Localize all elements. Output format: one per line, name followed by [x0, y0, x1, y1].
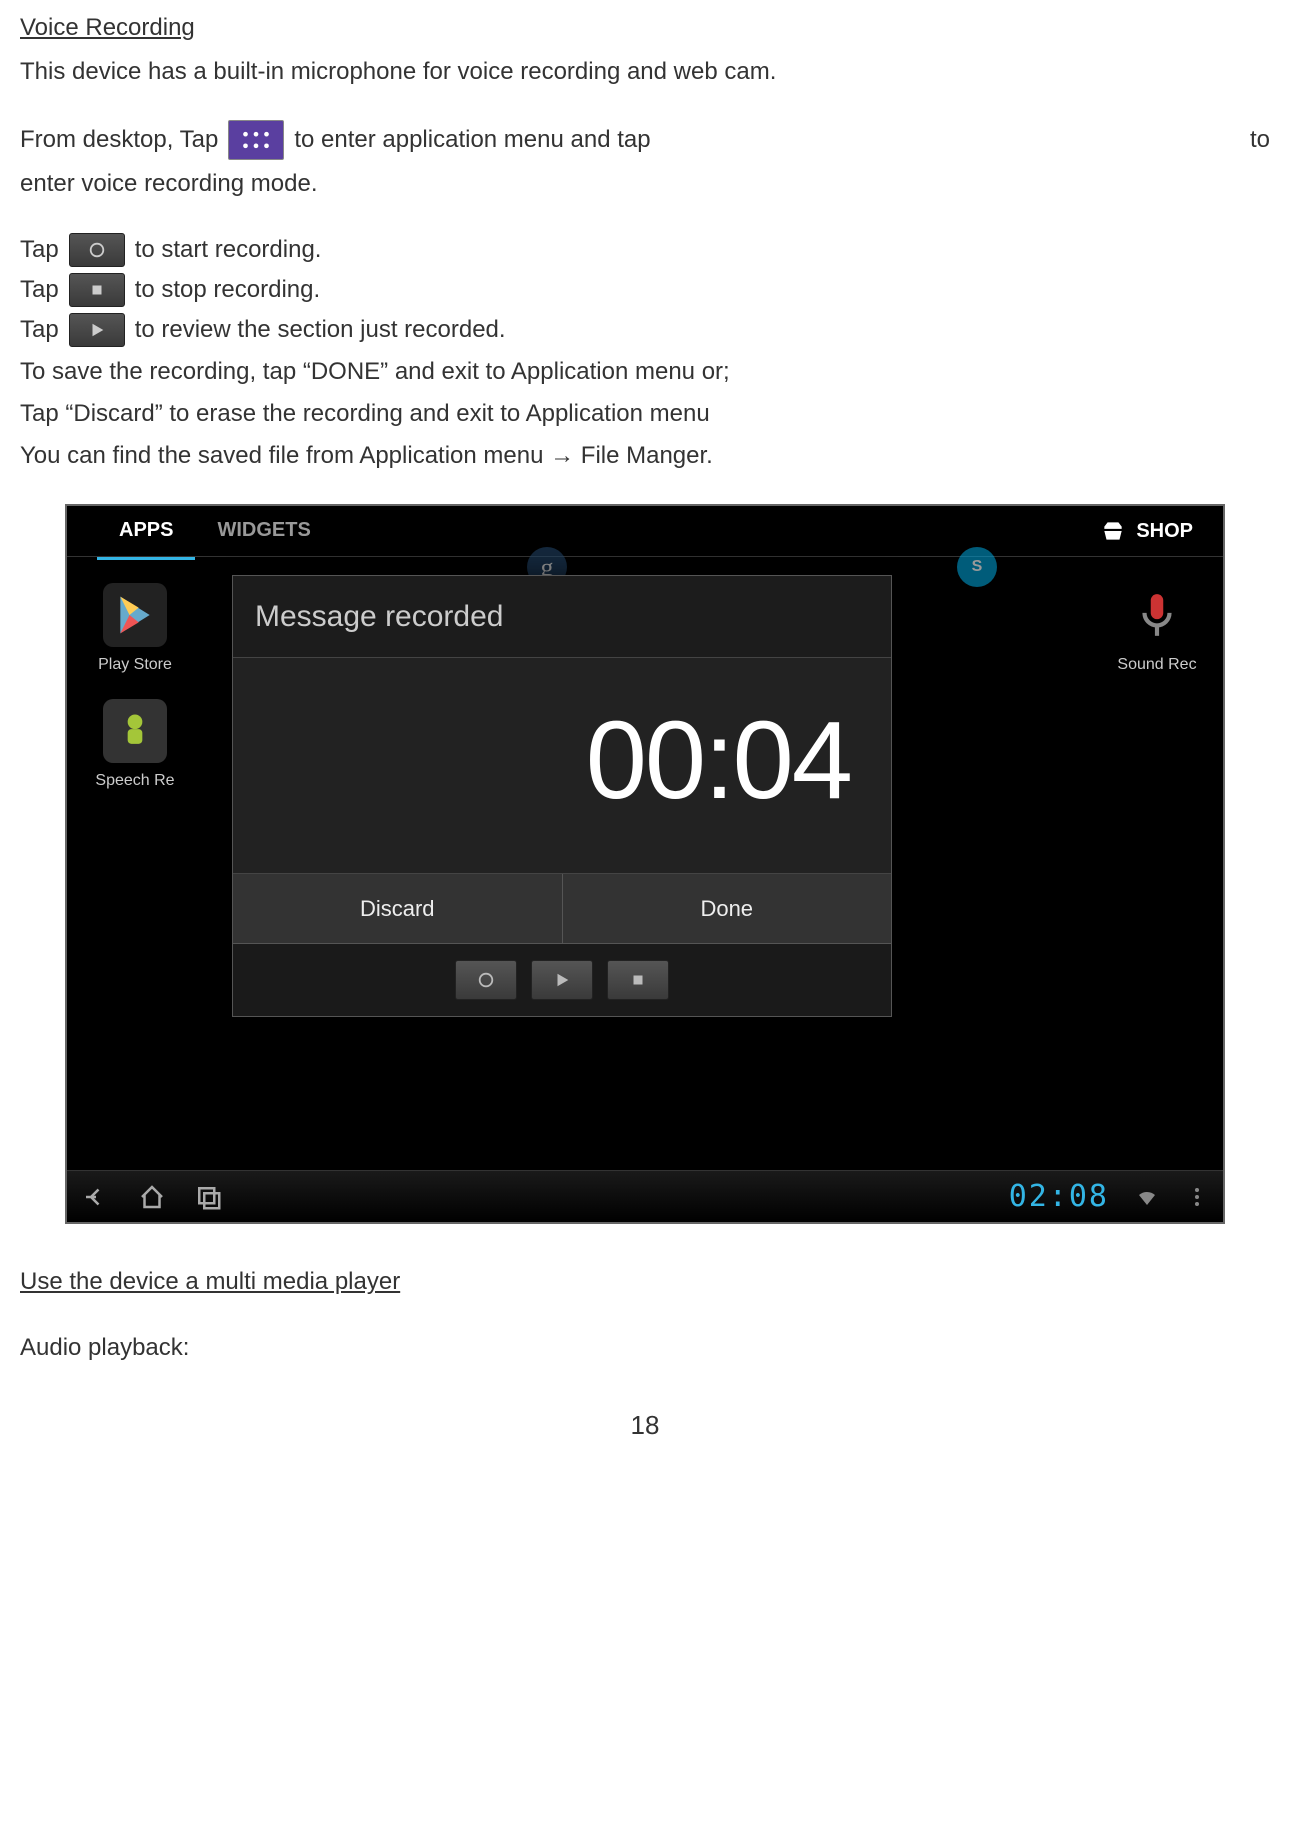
recent-icon[interactable]	[193, 1182, 223, 1212]
intro-text: This device has a built-in microphone fo…	[20, 54, 1270, 90]
dialog-title: Message recorded	[233, 576, 891, 658]
text: to review the section just recorded.	[135, 312, 506, 348]
text: Tap	[20, 232, 59, 268]
apps-topbar: APPS WIDGETS SHOP	[67, 506, 1223, 556]
done-button[interactable]: Done	[563, 874, 892, 943]
status-clock: 02:08	[1009, 1174, 1109, 1219]
text: to enter application menu and tap	[294, 122, 650, 158]
save-instruction-1: To save the recording, tap “DONE” and ex…	[20, 354, 1270, 390]
shop-label: SHOP	[1136, 516, 1193, 546]
page-number: 18	[20, 1406, 1270, 1445]
save-instruction-3: You can find the saved file from Applica…	[20, 438, 1270, 474]
app-label: Speech Re	[95, 769, 175, 793]
screenshot-voice-recorder: APPS WIDGETS SHOP Play Store Speech Re g…	[65, 504, 1225, 1224]
app-play-store[interactable]: Play Store	[95, 583, 175, 677]
save-instruction-2: Tap “Discard” to erase the recording and…	[20, 396, 1270, 432]
text: to stop recording.	[135, 272, 320, 308]
app-sound-recorder[interactable]: Sound Rec	[1117, 583, 1197, 677]
stop-button[interactable]	[607, 960, 669, 1000]
instruction-record: Tap to start recording.	[20, 232, 1270, 268]
section-heading-voice: Voice Recording	[20, 10, 1270, 46]
app-speech-recorder[interactable]: Speech Re	[95, 699, 175, 793]
record-button[interactable]	[455, 960, 517, 1000]
apps-grid: Play Store Speech Re g S Sound Rec Messa…	[67, 557, 1223, 1117]
home-icon[interactable]	[137, 1182, 167, 1212]
text: to	[1250, 122, 1270, 158]
dialog-timer: 00:04	[233, 658, 891, 873]
play-button[interactable]	[531, 960, 593, 1000]
text: From desktop, Tap	[20, 122, 218, 158]
play-icon	[69, 313, 125, 347]
discard-button[interactable]: Discard	[233, 874, 563, 943]
app-label: Play Store	[95, 653, 175, 677]
instruction-review: Tap to review the section just recorded.	[20, 312, 1270, 348]
section-heading-media: Use the device a multi media player	[20, 1264, 1270, 1300]
overflow-icon[interactable]	[1185, 1185, 1209, 1209]
system-navbar: 02:08	[67, 1170, 1223, 1222]
instruction-line-1: From desktop, Tap to enter application m…	[20, 120, 1270, 160]
tab-widgets[interactable]: WIDGETS	[195, 504, 332, 560]
app-skype[interactable]: S	[937, 547, 1017, 593]
record-icon	[69, 233, 125, 267]
tab-apps[interactable]: APPS	[97, 504, 195, 560]
text: to start recording.	[135, 232, 322, 268]
stop-icon	[69, 273, 125, 307]
wifi-icon	[1135, 1185, 1159, 1209]
apps-menu-icon	[228, 120, 284, 160]
audio-playback-heading: Audio playback:	[20, 1330, 1270, 1366]
instruction-line-1b: enter voice recording mode.	[20, 166, 1270, 202]
back-icon[interactable]	[81, 1182, 111, 1212]
recording-dialog: Message recorded 00:04 Discard Done	[232, 575, 892, 1017]
shop-button[interactable]: SHOP	[1100, 516, 1193, 546]
app-label: Sound Rec	[1117, 653, 1197, 677]
instruction-stop: Tap to stop recording.	[20, 272, 1270, 308]
text: Tap	[20, 272, 59, 308]
text: Tap	[20, 312, 59, 348]
